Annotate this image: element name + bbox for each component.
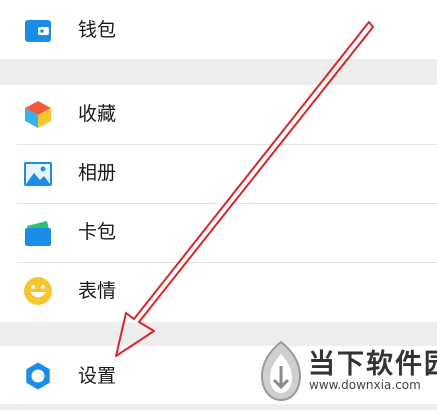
watermark-url: www.downxia.com — [309, 378, 421, 392]
watermark: 当下软件园 www.downxia.com — [256, 336, 437, 410]
watermark-name: 当下软件园 — [308, 349, 437, 380]
downxia-logo-icon — [260, 340, 302, 402]
